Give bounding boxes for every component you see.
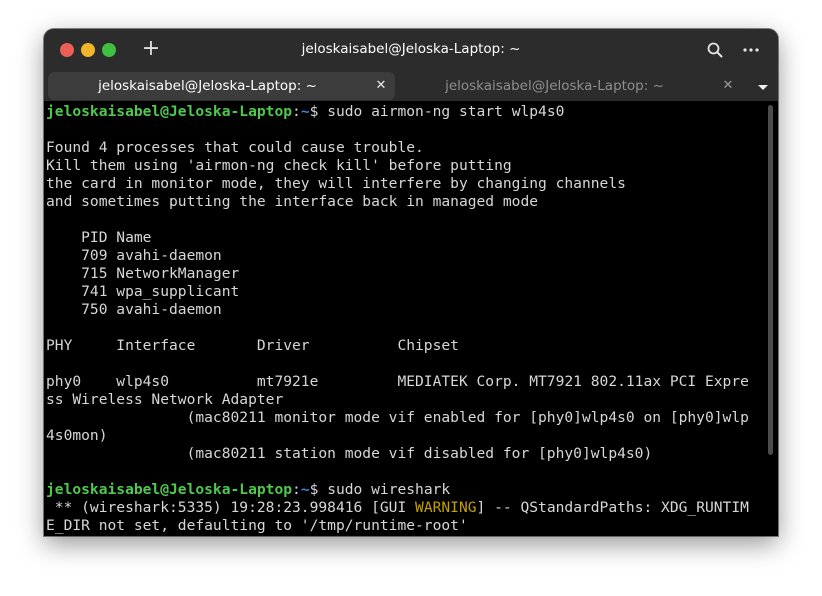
warning-suffix: ] -- QStandardPaths: XDG_RUNTIM (476, 499, 749, 516)
command-output: Found 4 processes that could cause troub… (46, 121, 766, 481)
output-line: 715 NetworkManager (46, 265, 240, 282)
output-line: 750 avahi-daemon (46, 301, 222, 318)
output-line: PID Name (46, 229, 152, 246)
output-line: and sometimes putting the interface back… (46, 193, 539, 210)
output-line: PHY Interface Driver Chipset (46, 337, 459, 354)
chevron-down-icon (758, 85, 768, 90)
title-bar: + jeloskaisabel@Jeloska-Laptop: ~ (44, 29, 778, 71)
scrollbar[interactable] (768, 105, 773, 455)
output-line: Kill them using 'airmon-ng check kill' b… (46, 157, 512, 174)
prompt-path: ~ (300, 103, 310, 120)
tab-list-dropdown[interactable] (756, 79, 770, 93)
prompt-separator: : (292, 103, 301, 120)
close-icon: ✕ (375, 78, 387, 93)
output-line: 709 avahi-daemon (46, 247, 222, 264)
window-title: jeloskaisabel@Jeloska-Laptop: ~ (301, 41, 521, 57)
output-line: (mac80211 station mode vif disabled for … (46, 445, 653, 462)
tab-label: jeloskaisabel@Jeloska-Laptop: ~ (98, 78, 317, 94)
search-button[interactable] (704, 39, 726, 61)
output-line: 741 wpa_supplicant (46, 283, 240, 300)
terminal-window: + jeloskaisabel@Jeloska-Laptop: ~ jelosk… (44, 29, 778, 536)
output-line: phy0 wlp4s0 mt7921e MEDIATEK Corp. MT792… (46, 373, 749, 390)
warning-prefix: ** (wireshark:5335) 19:28:23.998416 [GUI (46, 499, 416, 516)
prompt-path: ~ (300, 481, 310, 498)
tab-label: jeloskaisabel@Jeloska-Laptop: ~ (445, 78, 664, 94)
prompt-symbol: $ (309, 481, 328, 498)
tab-1[interactable]: jeloskaisabel@Jeloska-Laptop: ~ ✕ (48, 72, 395, 100)
tab-2[interactable]: jeloskaisabel@Jeloska-Laptop: ~ ✕ (395, 72, 742, 100)
prompt-separator: : (292, 481, 301, 498)
output-line: Found 4 processes that could cause troub… (46, 139, 424, 156)
prompt-user: jeloskaisabel@Jeloska-Laptop (46, 481, 293, 498)
more-menu-button[interactable] (740, 39, 762, 61)
command-text: sudo airmon-ng start wlp4s0 (327, 103, 565, 120)
warning-label: WARNING (415, 499, 477, 516)
output-line: ss Wireless Network Adapter (46, 391, 284, 408)
prompt-line: jeloskaisabel@Jeloska-Laptop:~$ sudo wir… (46, 481, 766, 499)
tab-bar: jeloskaisabel@Jeloska-Laptop: ~ ✕ jelosk… (44, 71, 778, 101)
command-text: sudo wireshark (327, 481, 451, 498)
output-line: 4s0mon) (46, 427, 108, 444)
output-line: (mac80211 monitor mode vif enabled for [… (46, 409, 749, 426)
tab-close-button[interactable]: ✕ (720, 78, 736, 94)
output-line: E_DIR not set, defaulting to '/tmp/runti… (46, 517, 468, 534)
output-line: the card in monitor mode, they will inte… (46, 175, 626, 192)
prompt-line: jeloskaisabel@Jeloska-Laptop:~$ sudo air… (46, 103, 766, 121)
prompt-user: jeloskaisabel@Jeloska-Laptop (46, 103, 293, 120)
close-icon: ✕ (722, 78, 734, 93)
more-menu-icon (743, 48, 759, 52)
terminal-output[interactable]: jeloskaisabel@Jeloska-Laptop:~$ sudo air… (44, 101, 766, 536)
tab-close-button[interactable]: ✕ (373, 78, 389, 94)
prompt-symbol: $ (309, 103, 328, 120)
search-icon (707, 42, 723, 58)
output-line: ** (wireshark:5335) 19:28:23.998416 [GUI… (46, 499, 766, 517)
